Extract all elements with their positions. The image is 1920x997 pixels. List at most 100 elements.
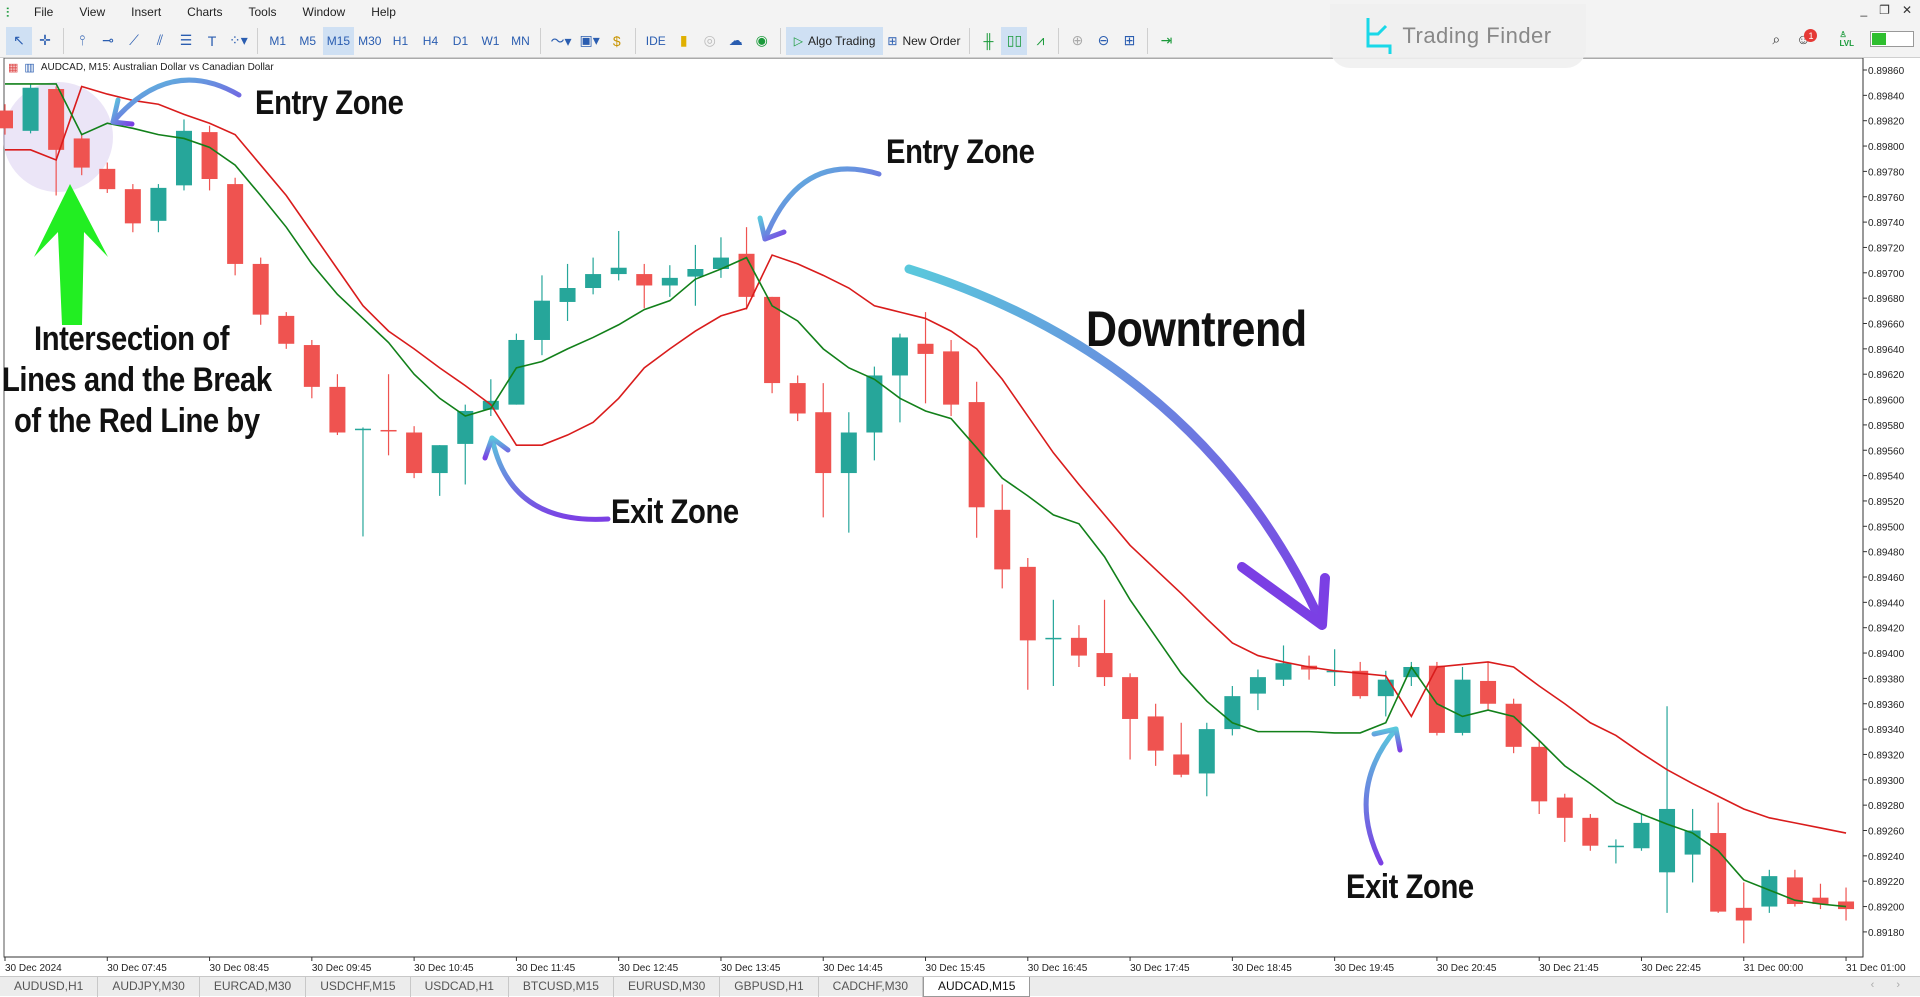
close-icon[interactable]: ✕ xyxy=(1902,3,1912,17)
price-label: 0.89260 xyxy=(1868,827,1905,838)
candle xyxy=(22,83,39,134)
candle xyxy=(1428,661,1445,736)
menu-insert[interactable]: Insert xyxy=(119,5,175,19)
intersection-label-line-1: Intersection of xyxy=(34,320,230,358)
timeframe-mn[interactable]: MN xyxy=(505,27,535,55)
candle xyxy=(943,339,960,417)
tab-scroll: ‹ › xyxy=(1871,979,1900,991)
timeframe-m1[interactable]: M1 xyxy=(263,27,293,55)
zoom-out-icon[interactable]: ⊖ xyxy=(1090,27,1116,55)
timeframe-h1[interactable]: H1 xyxy=(385,27,415,55)
timeframe-h4[interactable]: H4 xyxy=(415,27,445,55)
horizontal-line-icon[interactable]: ⊸ xyxy=(95,27,121,55)
toolbar-right: ⌕ ☺1 ♙ LVL xyxy=(1772,29,1914,48)
candle-body xyxy=(303,345,320,387)
chart-tab[interactable]: USDCAD,H1 xyxy=(411,977,509,997)
chart-tab[interactable]: AUDCAD,M15 xyxy=(923,977,1031,997)
timeframe-w1[interactable]: W1 xyxy=(475,27,505,55)
price-label: 0.89640 xyxy=(1868,345,1905,356)
price-label: 0.89720 xyxy=(1868,243,1905,254)
candle xyxy=(1505,698,1522,754)
chart-tab[interactable]: AUDJPY,M30 xyxy=(98,977,200,997)
time-label: 30 Dec 14:45 xyxy=(823,963,883,974)
candle-body xyxy=(329,386,346,433)
scroll-left-icon[interactable]: ‹ xyxy=(1871,979,1875,991)
text-icon[interactable]: T xyxy=(199,27,225,55)
candle-body xyxy=(585,274,602,289)
candle-body xyxy=(1531,746,1548,802)
candle-body xyxy=(917,343,934,354)
candle-body xyxy=(1710,833,1727,912)
menu-file[interactable]: File xyxy=(22,5,67,19)
timeframe-d1[interactable]: D1 xyxy=(445,27,475,55)
price-label: 0.89240 xyxy=(1868,852,1905,863)
menu-window[interactable]: Window xyxy=(291,5,360,19)
scroll-right-icon[interactable]: › xyxy=(1896,979,1900,991)
time-label: 30 Dec 22:45 xyxy=(1641,963,1701,974)
notifications-icon[interactable]: ☺1 xyxy=(1796,29,1823,48)
market-icon[interactable]: ▮ xyxy=(671,27,697,55)
algo-trading-label: Algo Trading xyxy=(807,33,876,48)
line-chart-icon[interactable]: ⩘ xyxy=(1027,27,1053,55)
price-label: 0.89700 xyxy=(1868,269,1905,280)
shapes-icon[interactable]: ⁘▾ xyxy=(225,27,252,55)
candle-body xyxy=(150,187,167,221)
new-order-button[interactable]: ⊞ New Order xyxy=(883,27,964,55)
candle-body xyxy=(661,277,678,286)
fibonacci-icon[interactable]: ☰ xyxy=(173,27,199,55)
chart-tab[interactable]: USDCHF,M15 xyxy=(306,977,411,997)
cursor-icon[interactable]: ↖ xyxy=(6,26,32,55)
candle-body xyxy=(201,132,218,180)
menu-charts[interactable]: Charts xyxy=(175,5,236,19)
restore-icon[interactable]: ❐ xyxy=(1879,3,1890,17)
signals-icon[interactable]: $ xyxy=(604,27,630,55)
chart-tab[interactable]: GBPUSD,H1 xyxy=(720,977,819,997)
channel-icon[interactable]: ⫽ xyxy=(147,27,173,55)
menu-help[interactable]: Help xyxy=(359,5,410,19)
indicators-icon[interactable]: ▣▾ xyxy=(575,27,603,55)
chart-tab[interactable]: CADCHF,M30 xyxy=(819,977,924,997)
search-icon[interactable]: ⌕ xyxy=(1772,31,1780,48)
crosshair-icon[interactable]: ✛ xyxy=(32,27,58,55)
zoom-in-icon[interactable]: ⊕ xyxy=(1064,27,1090,55)
vertical-line-icon[interactable]: ⫯ xyxy=(69,27,95,55)
candle-body xyxy=(891,337,908,376)
candle xyxy=(1582,814,1599,851)
time-label: 30 Dec 15:45 xyxy=(926,963,986,974)
cloud-icon[interactable]: ☁ xyxy=(723,27,749,55)
ide-button[interactable]: IDE xyxy=(641,27,671,55)
time-label: 30 Dec 2024 xyxy=(5,963,62,974)
timeframe-m30[interactable]: M30 xyxy=(354,27,385,55)
chart-symbol-icon: ▥ xyxy=(24,62,35,74)
menu-tools[interactable]: Tools xyxy=(237,5,291,19)
menu-view[interactable]: View xyxy=(67,5,119,19)
trendline-icon[interactable]: ⟋ xyxy=(121,27,147,55)
bar-chart-icon[interactable]: ╫ xyxy=(975,27,1001,55)
level-icon[interactable]: ♙ LVL xyxy=(1839,30,1854,48)
timeframe-m5[interactable]: M5 xyxy=(293,27,323,55)
minimize-icon[interactable]: _ xyxy=(1860,3,1867,17)
price-label: 0.89600 xyxy=(1868,396,1905,407)
candle-body xyxy=(406,432,423,474)
chart-tab[interactable]: AUDUSD,H1 xyxy=(0,977,99,997)
candle-body xyxy=(22,87,39,131)
chart-tab[interactable]: EURUSD,M30 xyxy=(614,977,721,997)
vps-icon[interactable]: ◉ xyxy=(749,27,775,55)
candle-body xyxy=(1198,729,1215,774)
chart-type-icon[interactable]: 〜▾ xyxy=(546,27,575,55)
timeframe-m15[interactable]: M15 xyxy=(322,26,355,55)
candle-body xyxy=(1377,679,1394,697)
chart-tab[interactable]: BTCUSD,M15 xyxy=(509,977,614,997)
algo-trading-button[interactable]: ▷ Algo Trading xyxy=(785,26,884,55)
candle-body xyxy=(431,445,448,474)
candle-body xyxy=(99,168,116,190)
candlestick-icon[interactable]: ▯▯ xyxy=(1001,26,1028,55)
candle xyxy=(764,296,781,394)
candle-body xyxy=(1070,637,1087,656)
autoscroll-icon[interactable]: ⇥ xyxy=(1153,27,1179,55)
tile-windows-icon[interactable]: ⊞ xyxy=(1116,27,1142,55)
signal-broadcast-icon[interactable]: ◎ xyxy=(697,27,723,55)
time-label: 30 Dec 09:45 xyxy=(312,963,372,974)
chart-tab[interactable]: EURCAD,M30 xyxy=(200,977,307,997)
chart-title-text: AUDCAD, M15: Australian Dollar vs Canadi… xyxy=(40,62,274,73)
